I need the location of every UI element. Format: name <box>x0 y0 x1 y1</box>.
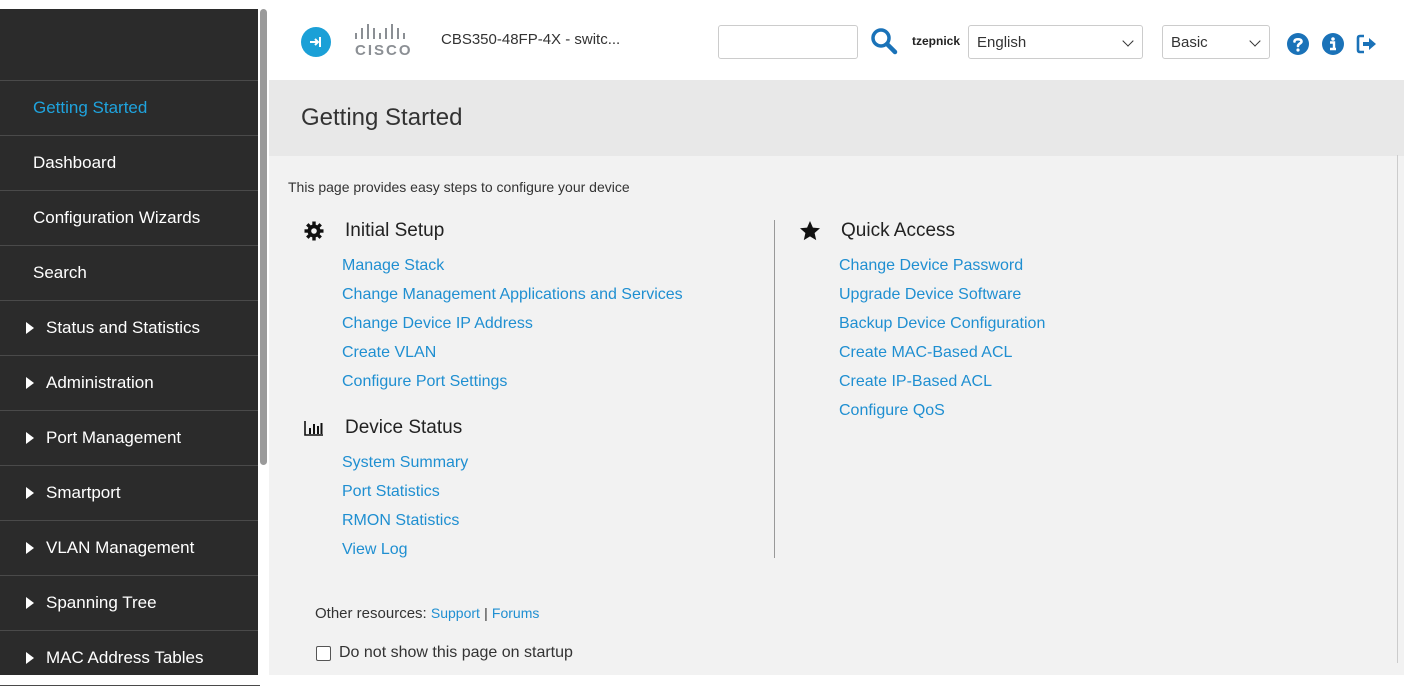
caret-right-icon <box>26 542 34 554</box>
sidebar-item-label: Configuration Wizards <box>33 208 201 227</box>
forums-link[interactable]: Forums <box>492 605 539 621</box>
sidebar-scrollbar-thumb[interactable] <box>260 9 267 465</box>
caret-right-icon <box>26 597 34 609</box>
column-divider <box>774 220 775 558</box>
mode-select[interactable]: Basic <box>1162 25 1270 59</box>
quick-access-links: Change Device Password Upgrade Device So… <box>839 257 1045 431</box>
username-label: tzepnick <box>912 34 961 48</box>
top-strip <box>0 0 1404 9</box>
sidebar-item-spanning-tree[interactable]: Spanning Tree <box>0 576 260 631</box>
sidebar-item-getting-started[interactable]: Getting Started <box>0 81 260 136</box>
cisco-logo: CISCO <box>355 24 425 64</box>
section-title: Device Status <box>345 417 463 438</box>
initial-setup-heading: Initial Setup <box>303 220 444 242</box>
caret-right-icon <box>26 322 34 334</box>
gear-icon <box>303 220 325 242</box>
content-right-border <box>1397 155 1398 663</box>
sidebar-item-configuration-wizards[interactable]: Configuration Wizards <box>0 191 260 246</box>
section-title: Initial Setup <box>345 220 445 241</box>
link-change-device-password[interactable]: Change Device Password <box>839 257 1045 286</box>
page-title: Getting Started <box>301 104 463 131</box>
startup-checkbox-label: Do not show this page on startup <box>339 644 573 661</box>
sidebar-item-status-and-statistics[interactable]: Status and Statistics <box>0 301 260 356</box>
sidebar-item-vlan-management[interactable]: VLAN Management <box>0 521 260 576</box>
link-upgrade-device-software[interactable]: Upgrade Device Software <box>839 286 1045 315</box>
section-title: Quick Access <box>841 220 956 241</box>
sidebar-item-label: Spanning Tree <box>46 593 157 612</box>
sidebar-item-label: MAC Address Tables <box>46 648 204 667</box>
star-icon <box>799 220 821 242</box>
sidebar-item-search[interactable]: Search <box>0 246 260 301</box>
caret-right-icon <box>26 377 34 389</box>
link-port-statistics[interactable]: Port Statistics <box>342 483 468 512</box>
sidebar-item-label: Smartport <box>46 483 121 502</box>
sidebar-item-label: Getting Started <box>33 98 148 117</box>
chevron-down-icon <box>1122 35 1134 47</box>
intro-text: This page provides easy steps to configu… <box>288 179 630 195</box>
sidebar-item-smartport[interactable]: Smartport <box>0 466 260 521</box>
sidebar-item-port-management[interactable]: Port Management <box>0 411 260 466</box>
logout-icon[interactable] <box>1356 33 1378 55</box>
link-change-management-applications[interactable]: Change Management Applications and Servi… <box>342 286 683 315</box>
cisco-logo-bars <box>355 24 425 39</box>
link-create-vlan[interactable]: Create VLAN <box>342 344 683 373</box>
caret-right-icon <box>26 487 34 499</box>
link-rmon-statistics[interactable]: RMON Statistics <box>342 512 468 541</box>
link-create-mac-based-acl[interactable]: Create MAC-Based ACL <box>839 344 1045 373</box>
link-system-summary[interactable]: System Summary <box>342 454 468 483</box>
sidebar-item-label: Dashboard <box>33 153 117 172</box>
language-value: English <box>977 33 1027 51</box>
search-input[interactable] <box>718 25 858 59</box>
sidebar-item-administration[interactable]: Administration <box>0 356 260 411</box>
device-name: CBS350-48FP-4X - switc... <box>441 31 621 48</box>
link-configure-port-settings[interactable]: Configure Port Settings <box>342 373 683 402</box>
device-status-heading: Device Status <box>303 417 462 439</box>
sidebar-item-label: Administration <box>46 373 154 392</box>
link-change-device-ip-address[interactable]: Change Device IP Address <box>342 315 683 344</box>
sidebar-item-dashboard[interactable]: Dashboard <box>0 136 260 191</box>
quick-access-heading: Quick Access <box>799 220 955 242</box>
sidebar-nav: Getting Started Dashboard Configuration … <box>0 9 260 686</box>
link-view-log[interactable]: View Log <box>342 541 468 570</box>
top-header: CISCO CBS350-48FP-4X - switc... tzepnick… <box>269 9 1404 80</box>
sidebar-item-label: VLAN Management <box>46 538 195 557</box>
main-content: Getting Started This page provides easy … <box>269 80 1404 675</box>
sidebar-item-mac-address-tables[interactable]: MAC Address Tables <box>0 631 260 686</box>
initial-setup-links: Manage Stack Change Management Applicati… <box>342 257 683 402</box>
info-icon[interactable] <box>1322 33 1344 55</box>
caret-right-icon <box>26 432 34 444</box>
link-create-ip-based-acl[interactable]: Create IP-Based ACL <box>839 373 1045 402</box>
sidebar-header <box>0 9 260 81</box>
chevron-down-icon <box>1249 35 1261 47</box>
search-icon[interactable] <box>869 26 899 56</box>
link-backup-device-configuration[interactable]: Backup Device Configuration <box>839 315 1045 344</box>
startup-option[interactable]: Do not show this page on startup <box>316 644 573 662</box>
page-title-bar: Getting Started <box>269 80 1404 156</box>
device-status-links: System Summary Port Statistics RMON Stat… <box>342 454 468 570</box>
cisco-logo-text: CISCO <box>355 42 413 59</box>
app-switch-icon[interactable] <box>301 27 331 57</box>
sidebar-item-label: Search <box>33 263 87 282</box>
sidebar-item-label: Port Management <box>46 428 182 447</box>
other-resources: Other resources: Support | Forums <box>315 605 539 622</box>
other-resources-label: Other resources: <box>315 605 427 622</box>
support-link[interactable]: Support <box>431 605 480 621</box>
sidebar-item-label: Status and Statistics <box>46 318 201 337</box>
help-icon[interactable] <box>1287 33 1309 55</box>
startup-checkbox[interactable] <box>316 645 331 661</box>
caret-right-icon <box>26 652 34 664</box>
language-select[interactable]: English <box>968 25 1143 59</box>
link-configure-qos[interactable]: Configure QoS <box>839 402 1045 431</box>
resources-separator: | <box>484 605 488 621</box>
bar-chart-icon <box>303 417 325 439</box>
mode-value: Basic <box>1171 33 1208 51</box>
link-manage-stack[interactable]: Manage Stack <box>342 257 683 286</box>
